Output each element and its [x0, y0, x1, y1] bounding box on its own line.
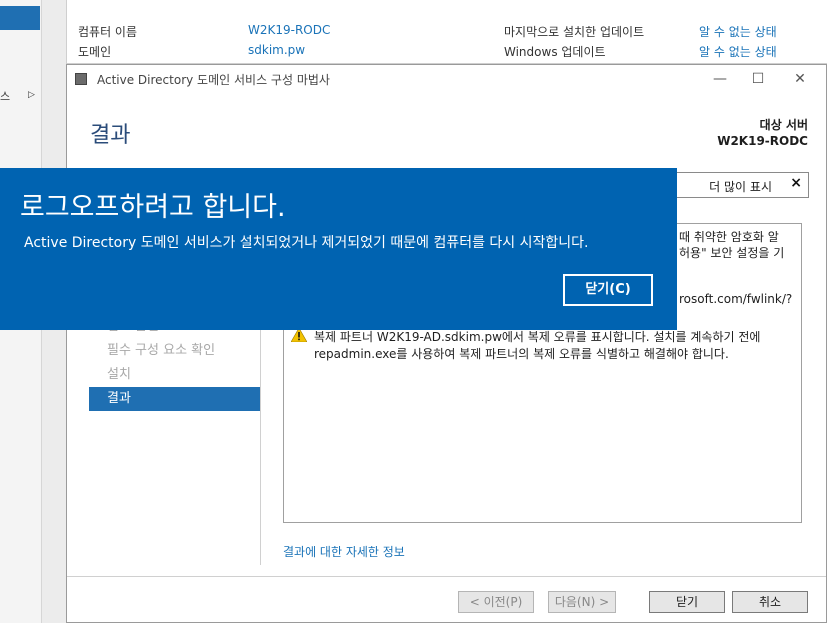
computer-name-label: 컴퓨터 이름 — [78, 25, 138, 39]
notification-title: 로그오프하려고 합니다. — [20, 192, 286, 223]
windows-update-link[interactable]: 알 수 없는 상태 — [699, 43, 777, 60]
title-bar[interactable]: Active Directory 도메인 서비스 구성 마법사 — ☐ ✕ — [67, 65, 826, 93]
target-server-label: 대상 서버 — [759, 118, 808, 132]
warning-icon — [291, 328, 307, 342]
window-title: Active Directory 도메인 서비스 구성 마법사 — [97, 73, 330, 87]
nav-item-install[interactable]: 설치 — [89, 363, 261, 387]
cancel-button[interactable]: 취소 — [732, 591, 808, 613]
nav-item-results[interactable]: 결과 — [89, 387, 261, 411]
prev-button[interactable]: < 이전(P) — [458, 591, 534, 613]
sidebar-selected-item[interactable] — [0, 6, 40, 30]
notification-close-button[interactable]: 닫기(C) — [563, 274, 653, 306]
more-info-link[interactable]: 결과에 대한 자세한 정보 — [283, 543, 405, 560]
last-update-label: 마지막으로 설치한 업데이트 — [504, 25, 645, 39]
notification-message: Active Directory 도메인 서비스가 설치되었거나 제거되었기 때… — [24, 235, 589, 251]
logoff-notification: 로그오프하려고 합니다. Active Directory 도메인 서비스가 설… — [0, 168, 677, 330]
target-server-value: W2K19-RODC — [717, 134, 808, 148]
show-more-link[interactable]: 더 많이 표시 — [709, 178, 772, 195]
result-line: rosoft.com/fwlink/? — [679, 292, 793, 306]
close-bar-icon[interactable]: × — [790, 175, 802, 191]
domain-link[interactable]: sdkim.pw — [248, 43, 305, 57]
nav-item-prereq[interactable]: 필수 구성 요소 확인 — [89, 339, 261, 363]
windows-update-label: Windows 업데이트 — [504, 45, 606, 59]
chevron-right-icon[interactable]: ▷ — [28, 90, 35, 100]
last-update-link[interactable]: 알 수 없는 상태 — [699, 23, 777, 40]
result-line: 복제 파트너 W2K19-AD.sdkim.pw에서 복제 오류를 표시합니다.… — [314, 330, 761, 344]
page-title: 결과 — [90, 123, 131, 148]
nav-divider — [260, 305, 261, 565]
sidebar-item-fragment[interactable]: 스 — [0, 88, 10, 104]
minimize-icon[interactable]: — — [700, 69, 740, 89]
result-line: repadmin.exe를 사용하여 복제 파트너의 복제 오류를 식별하고 해… — [314, 347, 729, 361]
close-icon[interactable]: ✕ — [780, 69, 820, 89]
close-button[interactable]: 닫기 — [649, 591, 725, 613]
server-properties-panel: 컴퓨터 이름 W2K19-RODC 마지막으로 설치한 업데이트 알 수 없는 … — [66, 0, 827, 64]
domain-label: 도메인 — [78, 45, 112, 59]
result-line: 때 취약한 암호화 알 — [679, 230, 779, 244]
maximize-icon[interactable]: ☐ — [738, 69, 778, 89]
next-button[interactable]: 다음(N) > — [548, 591, 616, 613]
app-icon — [75, 73, 87, 85]
computer-name-link[interactable]: W2K19-RODC — [248, 23, 330, 37]
ad-ds-config-wizard: Active Directory 도메인 서비스 구성 마법사 — ☐ ✕ 결과… — [66, 64, 827, 623]
result-line: 허용" 보안 설정을 기 — [679, 246, 785, 260]
footer-divider — [67, 576, 826, 577]
